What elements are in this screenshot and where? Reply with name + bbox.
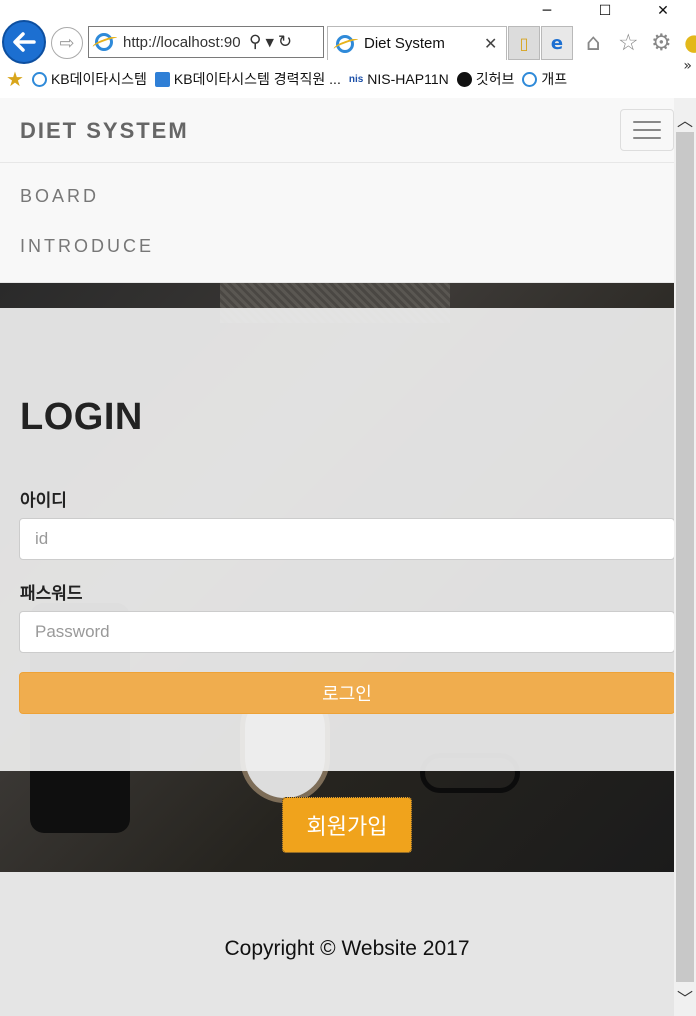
favorite-label: 깃허브 (475, 71, 515, 87)
address-bar[interactable]: http://localhost:90 ⚲ ▼ ↻ (88, 26, 324, 58)
scroll-up-icon[interactable]: ︿ (674, 108, 696, 130)
arrow-right-icon: ⇨ (59, 32, 75, 54)
password-input[interactable] (19, 611, 674, 653)
favorite-kb-data[interactable]: KB데이타시스템 (31, 69, 147, 89)
favorites-more-icon[interactable]: » (683, 58, 692, 74)
ie-page-icon (522, 71, 538, 87)
id-input[interactable] (19, 518, 674, 560)
id-label: 아이디 (20, 491, 67, 511)
footer: Copyright © Website 2017 (0, 872, 674, 1016)
favorite-nis[interactable]: nis NIS-HAP11N (349, 71, 449, 87)
edge-icon: e (550, 32, 564, 54)
page-viewport: DIET SYSTEM BOARD INTRODUCE LOGIN 아이디 패스… (0, 98, 674, 1016)
settings-gear-icon[interactable]: ⚙ (651, 30, 672, 56)
favorite-label: KB데이타시스템 (50, 71, 147, 87)
github-icon (456, 71, 472, 87)
navbar-toggle-button[interactable] (620, 109, 674, 151)
tab-diet-system[interactable]: Diet System ✕ (327, 26, 507, 60)
favorite-label: 개프 (541, 71, 568, 87)
copyright-text: Copyright © Website 2017 (224, 937, 470, 960)
scrollbar-thumb[interactable] (676, 132, 694, 982)
address-text[interactable]: http://localhost:90 (123, 34, 245, 51)
back-button[interactable] (2, 20, 46, 64)
smiley-icon[interactable]: ● (684, 30, 696, 56)
nis-icon: nis (348, 73, 364, 85)
nav-link-board[interactable]: BOARD (20, 186, 99, 207)
login-button[interactable]: 로그인 (19, 672, 674, 714)
site-navbar: DIET SYSTEM BOARD INTRODUCE (0, 98, 674, 283)
hamburger-line (633, 121, 661, 123)
favorite-gaepeu[interactable]: 개프 (522, 69, 567, 89)
login-title: LOGIN (20, 396, 143, 438)
new-tab-button[interactable]: ▯ (508, 26, 540, 60)
nav-divider (0, 162, 674, 163)
browser-toolbar: ⇨ http://localhost:90 ⚲ ▼ ↻ Diet System … (0, 18, 696, 64)
refresh-icon[interactable]: ↻ (278, 32, 292, 52)
new-tab-icon: ▯ (519, 33, 529, 53)
search-icon[interactable]: ⚲ (249, 32, 261, 52)
favorite-label: NIS-HAP11N (367, 71, 449, 87)
hamburger-line (633, 129, 661, 131)
ie-tab-icon (336, 34, 354, 53)
tab-title: Diet System (364, 35, 445, 52)
edge-button[interactable]: e (541, 26, 573, 60)
dropdown-icon[interactable]: ▼ (265, 36, 273, 49)
blue-chat-icon (154, 71, 170, 87)
favorite-kb-career[interactable]: KB데이타시스템 경력직원 ... (154, 69, 341, 89)
favorite-github[interactable]: 깃허브 (456, 69, 515, 89)
site-brand[interactable]: DIET SYSTEM (20, 118, 189, 144)
arrow-left-icon (13, 32, 36, 52)
forward-button[interactable]: ⇨ (51, 27, 83, 59)
favorite-label: KB데이타시스템 경력직원 ... (173, 71, 341, 87)
favorites-bar: ★ KB데이타시스템 KB데이타시스템 경력직원 ... nis NIS-HAP… (0, 58, 696, 94)
ie-page-icon (31, 71, 47, 87)
password-label: 패스워드 (20, 584, 83, 604)
close-tab-icon[interactable]: ✕ (484, 34, 497, 53)
favorites-star-icon[interactable]: ☆ (618, 30, 639, 56)
ie-page-icon (95, 33, 113, 51)
hamburger-line (633, 137, 661, 139)
signup-button[interactable]: 회원가입 (282, 797, 412, 853)
scroll-down-icon[interactable]: ﹀ (674, 986, 696, 1008)
nav-link-introduce[interactable]: INTRODUCE (20, 236, 154, 257)
login-panel: LOGIN 아이디 패스워드 로그인 (0, 308, 674, 771)
add-favorite-icon[interactable]: ★ (6, 67, 24, 91)
home-icon[interactable]: ⌂ (586, 30, 601, 56)
vertical-scrollbar[interactable]: ︿ ﹀ (674, 98, 696, 1016)
